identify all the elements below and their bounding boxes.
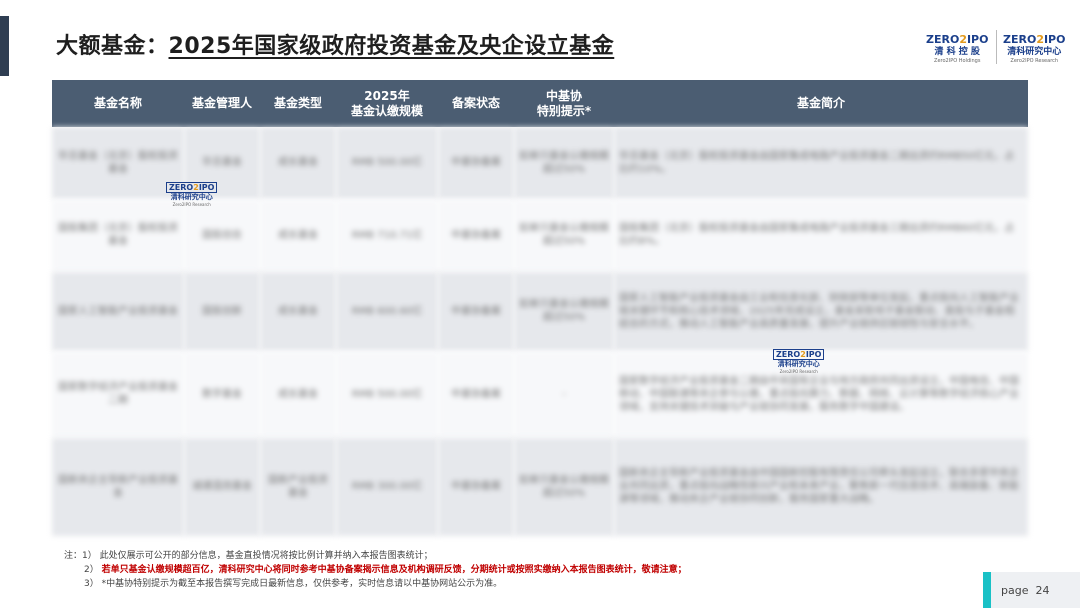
- cell-fund-manager: 诚通混改基金: [184, 437, 260, 537]
- logo-tagline: Zero2IPO Research: [1010, 58, 1059, 64]
- logo-tagline: Zero2IPO Holdings: [934, 58, 981, 64]
- cell-fund-name: 国投集团（北京）股权投资基金: [52, 199, 184, 272]
- cell-subscription-scale: RMB 500.00亿: [336, 127, 438, 200]
- cell-filing-status: 中基协备案: [438, 271, 514, 352]
- cell-amac-notice: 如单只基金认缴规模超过50%: [514, 437, 614, 537]
- footnote-1: 注：1） 此处仅展示可公开的部分信息，基金直投情况将按比例计算并纳入本报告图表统…: [64, 551, 433, 561]
- cell-fund-description: 华旦基金（北京）股权投资基金由国家集成电路产业投资基金二期出资约RMB50亿元，…: [614, 127, 1028, 200]
- cell-fund-manager: 国投创新: [184, 271, 260, 352]
- header-amac-notice: 中基协 特别提示*: [514, 80, 614, 127]
- cell-filing-status: 中基协备案: [438, 199, 514, 272]
- zero2ipo-research-logo: ZERO2IPO 清科研究中心 Zero2IPO Research: [1003, 28, 1065, 64]
- table-row: 国家数字经济产业投资基金二期 数字基金 成长基金 RMB 500.00亿 中基协…: [52, 351, 1028, 438]
- cell-fund-description: 国家人工智能产业投资基金由工业和信息化部、财政部等单位发起，重点投向人工智能产业…: [614, 271, 1028, 352]
- cell-filing-status: 中基协备案: [438, 351, 514, 438]
- header-fund-description: 基金简介: [614, 80, 1028, 127]
- cell-subscription-scale: RMB 500.00亿: [336, 351, 438, 438]
- left-accent-bar: [0, 16, 9, 76]
- logo-brand: ZERO2IPO: [1003, 33, 1066, 46]
- header-subscription-scale: 2025年 基金认缴规模: [336, 80, 438, 127]
- page-title-prefix: 大额基金：: [56, 34, 169, 59]
- table-header-row: 基金名称 基金管理人 基金类型 2025年 基金认缴规模 备案状态 中基协 特别…: [52, 80, 1028, 127]
- cell-subscription-scale: RMB 600.60亿: [336, 271, 438, 352]
- cell-fund-type: 成长基金: [260, 199, 336, 272]
- footnote-3: 3） *中基协特别提示为截至本报告撰写完成日最新信息，仅供参考，实时信息请以中基…: [84, 579, 503, 589]
- header-fund-manager: 基金管理人: [184, 80, 260, 127]
- watermark-brand: ZERO2IPO: [166, 182, 218, 193]
- header-filing-status: 备案状态: [438, 80, 514, 127]
- cell-fund-manager: 国投创合: [184, 199, 260, 272]
- logo-brand: ZERO2IPO: [926, 33, 989, 46]
- cell-filing-status: 中基协备案: [438, 437, 514, 537]
- page-accent-bar: [983, 572, 991, 608]
- table-row: 国投集团（北京）股权投资基金 国投创合 成长基金 RMB 710.71亿 中基协…: [52, 199, 1028, 272]
- footnote-2: 2） 若单只基金认缴规模超百亿，清科研究中心将同时参考中基协备案揭示信息及机构调…: [84, 565, 687, 575]
- cell-fund-name: 华旦基金（北京）股权投资基金: [52, 127, 184, 200]
- table-row: 国家人工智能产业投资基金 国投创新 成长基金 RMB 600.60亿 中基协备案…: [52, 271, 1028, 352]
- header-fund-name: 基金名称: [52, 80, 184, 127]
- header-fund-type: 基金类型: [260, 80, 336, 127]
- page-number: page 24: [1001, 584, 1050, 597]
- cell-subscription-scale: RMB 300.00亿: [336, 437, 438, 537]
- watermark-tagline: Zero2IPO Research: [172, 202, 211, 207]
- cell-fund-name: 国家数字经济产业投资基金二期: [52, 351, 184, 438]
- cell-subscription-scale: RMB 710.71亿: [336, 199, 438, 272]
- watermark-tagline: Zero2IPO Research: [779, 369, 818, 374]
- footnotes: 注：1） 此处仅展示可公开的部分信息，基金直投情况将按比例计算并纳入本报告图表统…: [64, 549, 687, 591]
- cell-fund-type: 成长基金: [260, 351, 336, 438]
- zero2ipo-holdings-logo: ZERO2IPO 清 科 控 股 Zero2IPO Holdings: [926, 28, 988, 64]
- watermark-subtitle: 清科研究中心: [170, 193, 213, 201]
- cell-fund-type: 成长基金: [260, 127, 336, 200]
- page-title: 大额基金：2025年国家级政府投资基金及央企设立基金: [56, 28, 614, 60]
- cell-fund-type: 成长基金: [260, 271, 336, 352]
- cell-amac-notice: -: [514, 351, 614, 438]
- cell-fund-description: 国投集团（北京）股权投资基金由国家集成电路产业投资基金三期出资约RMB60亿元，…: [614, 199, 1028, 272]
- cell-fund-type: 国新产业投资基金: [260, 437, 336, 537]
- cell-amac-notice: 如单只基金认缴规模超过50%: [514, 199, 614, 272]
- fund-table: 基金名称 基金管理人 基金类型 2025年 基金认缴规模 备案状态 中基协 特别…: [52, 80, 1028, 537]
- logo-divider: [996, 30, 997, 64]
- cell-fund-manager: 数字基金: [184, 351, 260, 438]
- table-row: 国新央企主导新产业投资基金 诚通混改基金 国新产业投资基金 RMB 300.00…: [52, 437, 1028, 537]
- watermark-logo: ZERO2IPO 清科研究中心 Zero2IPO Research: [166, 182, 218, 207]
- watermark-logo: ZERO2IPO 清科研究中心 Zero2IPO Research: [773, 349, 825, 374]
- logo-subtitle: 清 科 控 股: [934, 47, 980, 57]
- cell-amac-notice: 如单只基金认缴规模超过50%: [514, 127, 614, 200]
- watermark-brand: ZERO2IPO: [773, 349, 825, 360]
- cell-filing-status: 中基协备案: [438, 127, 514, 200]
- watermark-subtitle: 清科研究中心: [777, 360, 820, 368]
- cell-fund-description: 国新央企主导新产业投资基金由中国国新控股有限责任公司牵头发起设立，联合多家中央企…: [614, 437, 1028, 537]
- cell-amac-notice: 如单只基金认缴规模超过50%: [514, 271, 614, 352]
- page-title-underlined: 2025年国家级政府投资基金及央企设立基金: [168, 34, 615, 59]
- logo-subtitle: 清科研究中心: [1007, 47, 1062, 57]
- cell-fund-name: 国家人工智能产业投资基金: [52, 271, 184, 352]
- cell-fund-name: 国新央企主导新产业投资基金: [52, 437, 184, 537]
